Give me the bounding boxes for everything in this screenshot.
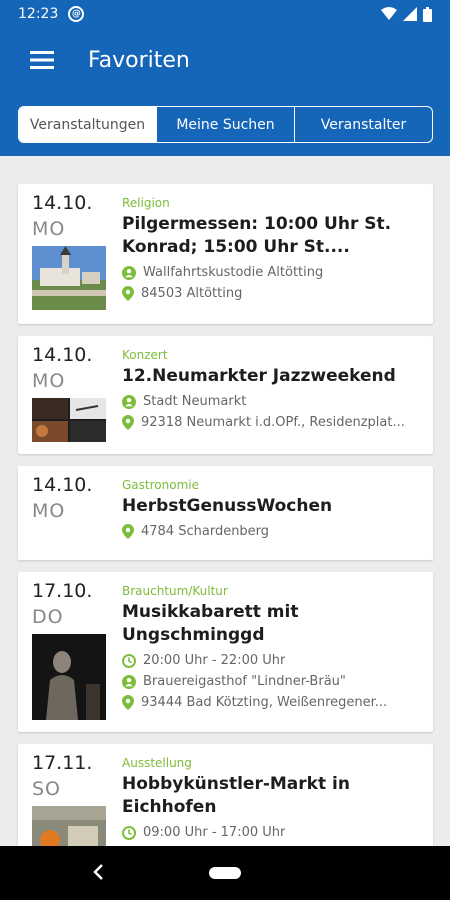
clock-icon: [122, 653, 136, 668]
organizer-text: Brauereigasthof "Lindner-Bräu": [143, 674, 346, 689]
status-time: 12:23: [18, 6, 59, 22]
status-bar: 12:23 @: [0, 0, 450, 28]
segmented-tabs: Veranstaltungen Meine Suchen Veranstalte…: [18, 106, 433, 143]
event-content: Gastronomie HerbstGenussWochen 4784 Scha…: [122, 478, 419, 539]
tab-meine-suchen[interactable]: Meine Suchen: [156, 107, 294, 142]
location-text: 93444 Bad Kötzting, Weißenregener...: [141, 695, 388, 710]
event-card[interactable]: 14.10. MO Religion Pilgermessen: 10:00 U…: [18, 184, 433, 324]
event-thumbnail: [32, 634, 106, 720]
tab-veranstaltungen[interactable]: Veranstaltungen: [19, 107, 156, 142]
location-pin-icon: [122, 695, 134, 710]
event-title: Musikkabarett mit Ungschminggd: [122, 602, 299, 645]
event-thumbnail: [32, 398, 106, 442]
event-organizer: Stadt Neumarkt: [122, 394, 419, 409]
event-date: 14.10.: [32, 192, 93, 214]
event-title: Pilgermessen: 10:00 Uhr St. Konrad; 15:0…: [122, 214, 392, 257]
event-date: 17.10.: [32, 580, 93, 602]
signal-icon: [403, 7, 417, 21]
status-icons: [381, 6, 432, 22]
back-icon[interactable]: [92, 863, 104, 881]
event-title: 12.Neumarkter Jazzweekend: [122, 366, 396, 386]
event-title: HerbstGenussWochen: [122, 496, 333, 516]
organizer-text: Wallfahrtskustodie Altötting: [143, 265, 324, 280]
event-location: 4784 Schardenberg: [122, 524, 419, 539]
event-weekday: DO: [32, 606, 64, 628]
event-location: 84503 Altötting: [122, 286, 419, 301]
event-category: Konzert: [122, 348, 168, 362]
event-location: 93444 Bad Kötzting, Weißenregener...: [122, 695, 419, 710]
event-category: Religion: [122, 196, 170, 210]
location-pin-icon: [122, 415, 134, 430]
event-category: Ausstellung: [122, 756, 192, 770]
tab-veranstalter[interactable]: Veranstalter: [294, 107, 432, 142]
event-date: 14.10.: [32, 344, 93, 366]
event-organizer: Brauereigasthof "Lindner-Bräu": [122, 674, 419, 689]
event-date: 14.10.: [32, 474, 93, 496]
at-sign-icon: @: [68, 6, 85, 22]
location-text: 4784 Schardenberg: [141, 524, 270, 539]
battery-icon: [423, 6, 432, 22]
event-card[interactable]: 17.10. DO Brauchtum/Kultur Musikkabarett…: [18, 572, 433, 732]
event-content: Ausstellung Hobbykünstler-Markt in Eichh…: [122, 756, 419, 840]
wifi-icon: [381, 7, 397, 20]
event-card[interactable]: 14.10. MO Konzert 12.Neumarkter Jazzweek…: [18, 336, 433, 454]
time-text: 09:00 Uhr - 17:00 Uhr: [143, 825, 286, 840]
event-content: Brauchtum/Kultur Musikkabarett mit Ungsc…: [122, 584, 419, 710]
tab-bar-container: Veranstaltungen Meine Suchen Veranstalte…: [0, 92, 450, 156]
location-text: 92318 Neumarkt i.d.OPf., Residenzplat...: [141, 415, 405, 430]
location-text: 84503 Altötting: [141, 286, 243, 301]
event-list: 14.10. MO Religion Pilgermessen: 10:00 U…: [0, 156, 450, 846]
event-title: Hobbykünstler-Markt in Eichhofen: [122, 774, 350, 817]
event-weekday: MO: [32, 500, 66, 522]
event-content: Religion Pilgermessen: 10:00 Uhr St. Kon…: [122, 196, 419, 301]
clock-icon: [122, 825, 136, 840]
event-location: 92318 Neumarkt i.d.OPf., Residenzplat...: [122, 415, 419, 430]
event-weekday: MO: [32, 370, 66, 392]
event-time: 09:00 Uhr - 17:00 Uhr: [122, 825, 419, 840]
person-icon: [122, 394, 136, 409]
app-bar: Favoriten: [0, 28, 450, 92]
location-pin-icon: [122, 286, 134, 301]
system-nav-bar: [0, 846, 450, 900]
event-thumbnail: [32, 246, 106, 310]
event-weekday: SO: [32, 778, 62, 800]
home-button[interactable]: [209, 867, 241, 879]
event-card[interactable]: 17.11. SO Ausstellung Hobbykünstler-Mark…: [18, 744, 433, 846]
event-thumbnail: [32, 806, 106, 846]
hamburger-menu-icon: [30, 51, 54, 69]
event-organizer: Wallfahrtskustodie Altötting: [122, 265, 419, 280]
event-category: Gastronomie: [122, 478, 199, 492]
event-time: 20:00 Uhr - 22:00 Uhr: [122, 653, 419, 668]
person-icon: [122, 674, 136, 689]
menu-button[interactable]: [10, 28, 74, 92]
event-category: Brauchtum/Kultur: [122, 584, 228, 598]
event-weekday: MO: [32, 218, 66, 240]
organizer-text: Stadt Neumarkt: [143, 394, 247, 409]
event-content: Konzert 12.Neumarkter Jazzweekend Stadt …: [122, 348, 419, 430]
location-pin-icon: [122, 524, 134, 539]
time-text: 20:00 Uhr - 22:00 Uhr: [143, 653, 286, 668]
event-card[interactable]: 14.10. MO Gastronomie HerbstGenussWochen…: [18, 466, 433, 560]
person-icon: [122, 265, 136, 280]
page-title: Favoriten: [88, 47, 190, 73]
event-date: 17.11.: [32, 752, 93, 774]
